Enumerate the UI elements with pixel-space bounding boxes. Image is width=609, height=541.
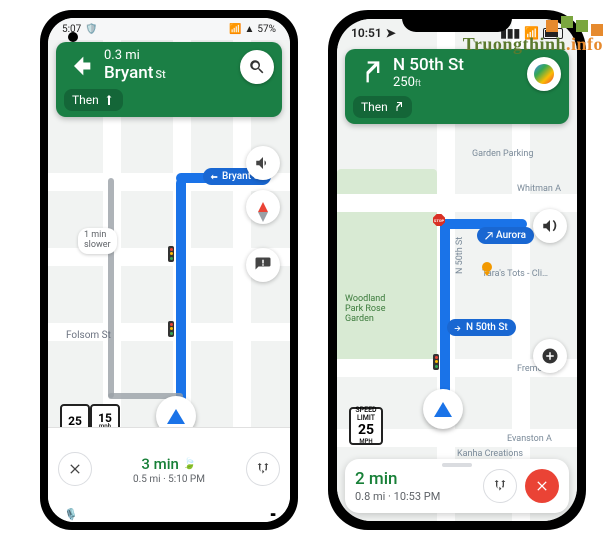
- eta-details: 0.5 mi · 5:10 PM: [133, 474, 205, 485]
- eta-time: 3 min: [141, 455, 179, 473]
- poi-pin-icon: [482, 262, 492, 272]
- eta-block: 2 min 0.8 mi · 10:53 PM: [355, 469, 440, 503]
- wifi-icon: 📶: [229, 24, 241, 35]
- report-icon: [254, 256, 272, 274]
- nav-banner[interactable]: 0.3 mi BryantSt Then: [56, 42, 282, 117]
- compass-icon: [258, 202, 268, 212]
- watermark-name: Truongthinh: [463, 34, 566, 54]
- eco-leaf-icon: 🍃: [183, 457, 197, 470]
- current-location-marker[interactable]: [423, 389, 463, 429]
- callout-aurora[interactable]: Aurora: [477, 227, 534, 244]
- nav-banner[interactable]: N 50th St 250ft Then: [345, 49, 569, 124]
- nav-distance: 0.3 mi: [104, 48, 166, 63]
- poi-kanha: Kanha Creations: [457, 449, 523, 459]
- nav-distance: 250ft: [393, 75, 464, 90]
- end-nav-button[interactable]: [525, 469, 559, 503]
- speaker-icon: [541, 217, 559, 235]
- android-phone-frame: 5:07 🛡️ 📶 ▲ 57%: [40, 10, 298, 530]
- compass-button[interactable]: [246, 190, 280, 224]
- status-battery: 57%: [257, 24, 276, 35]
- street-n50th: N 50th St: [455, 237, 465, 274]
- bottom-eta-card[interactable]: 2 min 0.8 mi · 10:53 PM: [345, 459, 569, 513]
- avatar-icon: [534, 64, 554, 84]
- status-time: 10:51: [351, 26, 382, 40]
- turn-slight-right-icon: [353, 56, 387, 90]
- poi-tara: Tara's Tots - Cli…: [482, 269, 548, 279]
- street-folsom: Folsom St: [66, 330, 111, 341]
- search-button[interactable]: [240, 50, 274, 84]
- android-status-bar: 5:07 🛡️ 📶 ▲ 57%: [48, 18, 290, 40]
- street-whitman: Whitman A: [517, 184, 561, 194]
- watermark: Truongthinh.info: [463, 20, 603, 55]
- routes-button[interactable]: [483, 469, 517, 503]
- android-screen: 5:07 🛡️ 📶 ▲ 57%: [48, 18, 290, 522]
- search-icon: [248, 58, 266, 76]
- nav-then-chip[interactable]: Then: [353, 96, 412, 118]
- ios-screen: 10:51 ➤ ▮▮▮ 📶 STOP: [337, 19, 577, 521]
- close-icon: [534, 478, 550, 494]
- navigation-arrow-icon: [167, 409, 185, 424]
- ios-phone-frame: 10:51 ➤ ▮▮▮ 📶 STOP: [328, 10, 586, 530]
- report-button[interactable]: [533, 339, 567, 373]
- app-switcher-icon[interactable]: ▪▪: [270, 508, 274, 521]
- assistant-icon[interactable]: 🎙️: [64, 508, 78, 521]
- audio-toggle-button[interactable]: [533, 209, 567, 243]
- navigation-arrow-icon: [434, 402, 452, 417]
- speaker-icon: [254, 154, 272, 172]
- audio-toggle-button[interactable]: [246, 146, 280, 180]
- android-system-bar: 🎙️ ▪▪: [48, 506, 290, 522]
- turn-left-icon: [64, 49, 98, 83]
- drag-handle[interactable]: [442, 463, 472, 467]
- nav-then-chip[interactable]: Then: [64, 89, 123, 111]
- watermark-logo-icon: [546, 20, 603, 32]
- alt-routes-icon: [492, 478, 508, 494]
- street-evanston: Evanston A: [507, 434, 552, 444]
- eta-block: 3 min 🍃 0.5 mi · 5:10 PM: [133, 454, 205, 485]
- nav-street: N 50th St: [393, 55, 464, 75]
- alt-routes-icon: [255, 461, 271, 477]
- eta-details: 0.8 mi · 10:53 PM: [355, 490, 440, 503]
- route-slower-tooltip: 1 min slower: [78, 228, 117, 254]
- poi-garden-parking: Garden Parking: [472, 149, 533, 159]
- nav-street: BryantSt: [104, 63, 166, 83]
- profile-button[interactable]: [527, 57, 561, 91]
- location-icon: ➤: [386, 26, 396, 40]
- close-nav-button[interactable]: [58, 452, 92, 486]
- callout-n50[interactable]: N 50th St: [447, 319, 516, 336]
- add-report-icon: [541, 347, 559, 365]
- camera-hole: [68, 32, 78, 42]
- report-button[interactable]: [246, 248, 280, 282]
- routes-button[interactable]: [246, 452, 280, 486]
- watermark-text: Truongthinh.info: [463, 34, 603, 55]
- watermark-suffix: .info: [566, 34, 603, 54]
- speed-limit-sign: SPEED LIMIT 25 MPH: [347, 407, 383, 445]
- close-icon: [67, 461, 83, 477]
- eta-time: 2 min: [355, 469, 440, 489]
- poi-woodland: Woodland Park Rose Garden: [345, 294, 385, 324]
